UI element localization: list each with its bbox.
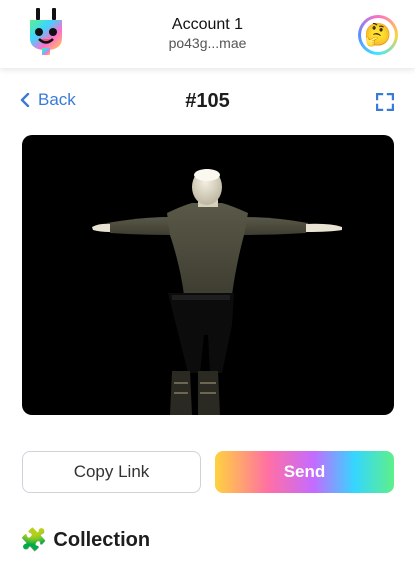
avatar-button[interactable]: 🤔 — [358, 15, 398, 55]
send-button[interactable]: Send — [215, 451, 394, 493]
account-address: po43g...mae — [168, 35, 247, 51]
account-name: Account 1 — [171, 16, 244, 33]
nft-nav-bar: Back #105 — [0, 84, 415, 120]
character-model-image — [92, 169, 342, 415]
nft-title: #105 — [185, 90, 230, 112]
thinking-face-icon: 🤔 — [364, 22, 392, 47]
fullscreen-icon[interactable] — [375, 92, 395, 112]
section-title: Collection — [53, 528, 151, 551]
puzzle-piece-icon: 🧩 — [20, 527, 48, 552]
collection-section-header: 🧩 Collection — [20, 527, 150, 553]
app-header: Account 1 po43g...mae 🤔 — [0, 0, 415, 68]
account-info: Account 1 po43g...mae — [0, 16, 415, 52]
avatar-inner: 🤔 — [361, 18, 395, 52]
copy-link-button[interactable]: Copy Link — [22, 451, 201, 493]
nft-3d-viewer[interactable] — [22, 135, 394, 415]
